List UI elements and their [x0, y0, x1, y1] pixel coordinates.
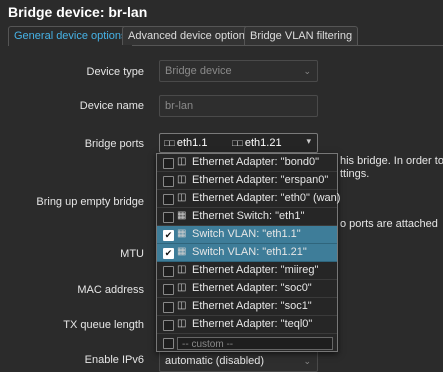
tab-general-device-options[interactable]: General device options: [8, 26, 133, 46]
page-title: Bridge device: br-lan: [8, 4, 148, 20]
ethernet-adapter-icon: ◫: [177, 192, 187, 203]
bridge-ports-label: Bridge ports: [84, 138, 144, 150]
port-option-teql0[interactable]: ◫ Ethernet Adapter: "teql0": [157, 316, 337, 334]
port-option-miireg[interactable]: ◫ Ethernet Adapter: "miireg": [157, 262, 337, 280]
bridge-ports-description-line1: his bridge. In order to atta: [340, 155, 443, 167]
bridge-ports-select[interactable]: □□ eth1.1 □□ eth1.21 ▾: [159, 133, 318, 153]
device-type-value: Bridge device: [165, 65, 232, 77]
bring-up-empty-description: o ports are attached: [340, 218, 438, 230]
port-chip-eth1-1[interactable]: □□ eth1.1: [162, 136, 207, 150]
ethernet-adapter-icon: ◫: [177, 282, 187, 293]
bring-up-empty-label: Bring up empty bridge: [36, 196, 144, 208]
checkbox[interactable]: [163, 176, 174, 187]
checkbox[interactable]: [163, 338, 174, 349]
bridge-ports-description-line2: ttings.: [340, 168, 370, 180]
checkbox[interactable]: [163, 266, 174, 277]
checkbox-checked[interactable]: ✔: [163, 248, 174, 259]
enable-ipv6-value: automatic (disabled): [165, 355, 265, 367]
port-option-soc1[interactable]: ◫ Ethernet Adapter: "soc1": [157, 298, 337, 316]
custom-port-input[interactable]: -- custom --: [177, 337, 333, 350]
port-option-soc0[interactable]: ◫ Ethernet Adapter: "soc0": [157, 280, 337, 298]
port-option-eth1-1[interactable]: ✔ ▦ Switch VLAN: "eth1.1": [157, 226, 337, 244]
tab-bar: General device options Advanced device o…: [8, 26, 443, 46]
ethernet-adapter-icon: ◫: [177, 318, 187, 329]
checkbox[interactable]: [163, 212, 174, 223]
port-option-erspan0[interactable]: ◫ Ethernet Adapter: "erspan0": [157, 172, 337, 190]
chevron-down-icon: ⌄: [303, 356, 311, 366]
checkbox-checked[interactable]: ✔: [163, 230, 174, 241]
checkbox[interactable]: [163, 320, 174, 331]
mtu-label: MTU: [120, 248, 144, 260]
tab-advanced-device-options[interactable]: Advanced device options: [122, 26, 257, 45]
enable-ipv6-label: Enable IPv6: [84, 354, 144, 366]
checkbox[interactable]: [163, 302, 174, 313]
chevron-down-icon: ⌄: [303, 66, 311, 76]
ethernet-adapter-icon: ◫: [177, 174, 187, 185]
switch-vlan-icon: □□: [164, 138, 175, 148]
mac-address-label: MAC address: [77, 284, 144, 296]
port-option-bond0[interactable]: ◫ Ethernet Adapter: "bond0": [157, 154, 337, 172]
device-name-input[interactable]: br-lan: [159, 95, 318, 117]
port-option-eth1-21[interactable]: ✔ ▦ Switch VLAN: "eth1.21": [157, 244, 337, 262]
checkbox[interactable]: [163, 284, 174, 295]
port-option-eth1[interactable]: ▦ Ethernet Switch: "eth1": [157, 208, 337, 226]
switch-vlan-icon: ▦: [177, 246, 187, 257]
port-chip-eth1-21[interactable]: □□ eth1.21: [230, 136, 282, 150]
ethernet-adapter-icon: ◫: [177, 264, 187, 275]
ethernet-adapter-icon: ◫: [177, 156, 187, 167]
switch-vlan-icon: ▦: [177, 228, 187, 239]
device-name-label: Device name: [79, 100, 144, 112]
device-type-label: Device type: [86, 66, 144, 78]
device-type-select[interactable]: Bridge device ⌄: [159, 60, 318, 82]
chevron-down-icon: ▾: [306, 136, 311, 146]
switch-vlan-icon: □□: [232, 138, 243, 148]
ethernet-switch-icon: ▦: [177, 210, 187, 221]
checkbox[interactable]: [163, 194, 174, 205]
ethernet-adapter-icon: ◫: [177, 300, 187, 311]
device-name-value: br-lan: [165, 100, 194, 112]
checkbox[interactable]: [163, 158, 174, 169]
bridge-ports-dropdown: ◫ Ethernet Adapter: "bond0" ◫ Ethernet A…: [156, 153, 340, 352]
port-option-eth0[interactable]: ◫ Ethernet Adapter: "eth0" (wan): [157, 190, 340, 208]
port-option-custom[interactable]: -- custom --: [157, 334, 337, 352]
tab-bridge-vlan-filtering[interactable]: Bridge VLAN filtering: [244, 26, 359, 45]
tx-queue-length-label: TX queue length: [63, 319, 144, 331]
